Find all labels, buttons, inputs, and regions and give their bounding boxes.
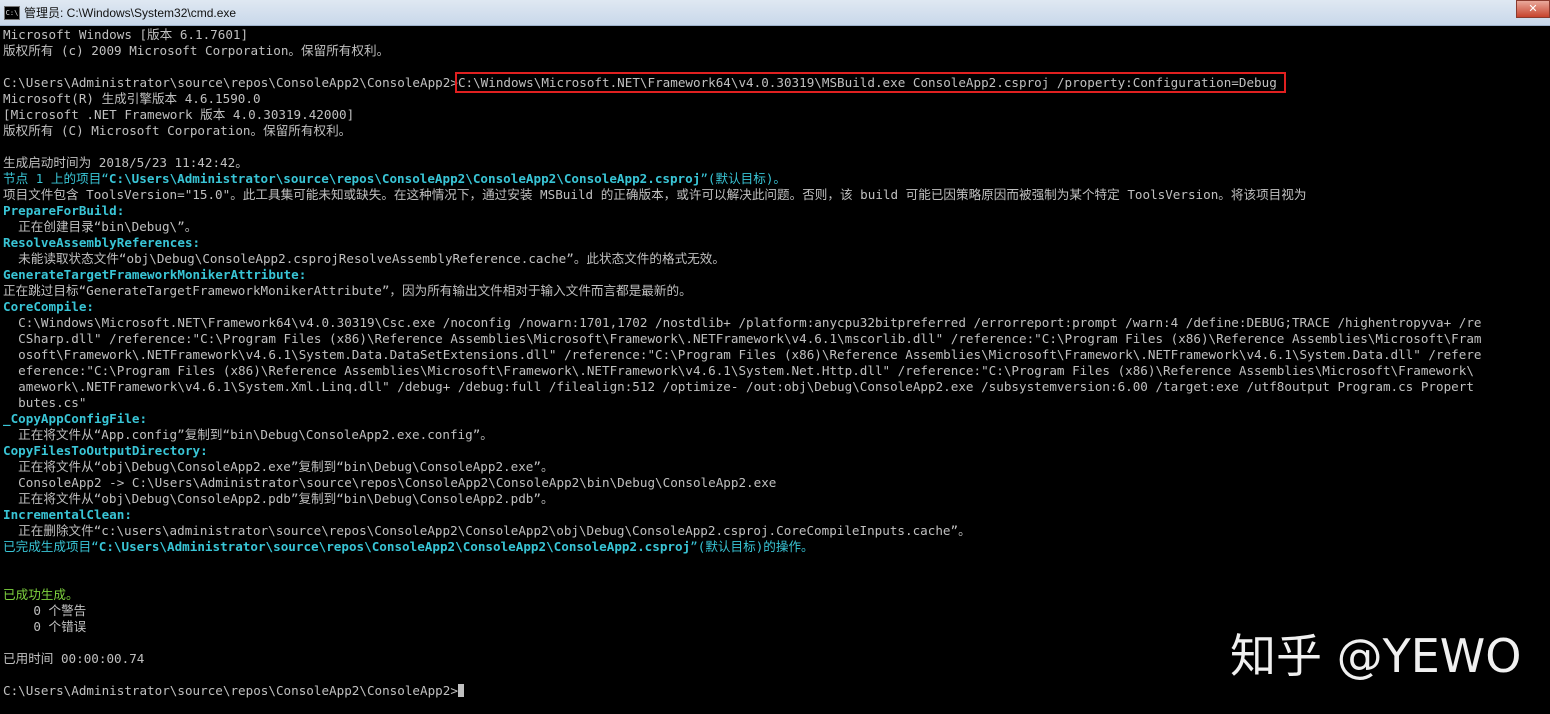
console-line: CSharp.dll" /reference:"C:\Program Files… — [3, 331, 1550, 347]
console-cyan-text: ”(默认目标)的操作。 — [690, 539, 814, 554]
cmd-icon: C:\ — [4, 6, 20, 20]
console-line: CoreCompile: — [3, 299, 1550, 315]
console-text: amework\.NETFramework\v4.6.1\System.Xml.… — [3, 379, 1474, 394]
console-cyan-bold-text: C:\Users\Administrator\source\repos\Cons… — [98, 539, 691, 554]
console-text: butes.cs" — [3, 395, 87, 410]
console-text: 0 个警告 — [3, 603, 87, 618]
close-button[interactable]: ✕ — [1516, 0, 1550, 18]
console-line: 版权所有 (c) 2009 Microsoft Corporation。保留所有… — [3, 43, 1550, 59]
console-text: [Microsoft .NET Framework 版本 4.0.30319.4… — [3, 107, 355, 122]
console-line: 已完成生成项目“C:\Users\Administrator\source\re… — [3, 539, 1550, 555]
console-line: ConsoleApp2 -> C:\Users\Administrator\so… — [3, 475, 1550, 491]
console-line: 项目文件包含 ToolsVersion="15.0"。此工具集可能未知或缺失。在… — [3, 187, 1550, 203]
console-line: C:\Users\Administrator\source\repos\Cons… — [3, 72, 1550, 93]
console-line: CopyFilesToOutputDirectory: — [3, 443, 1550, 459]
console-line: PrepareForBuild: — [3, 203, 1550, 219]
console-line: ResolveAssemblyReferences: — [3, 235, 1550, 251]
console-cyan-bold-text: CoreCompile: — [3, 299, 94, 314]
console-line: osoft\Framework\.NETFramework\v4.6.1\Sys… — [3, 347, 1550, 363]
console-cyan-text: ”(默认目标)。 — [700, 171, 787, 186]
zhihu-watermark: 知乎 @YEWO — [1230, 629, 1522, 683]
console-line: 正在跳过目标“GenerateTargetFrameworkMonikerAtt… — [3, 283, 1550, 299]
console-line: 正在将文件从“App.config”复制到“bin\Debug\ConsoleA… — [3, 427, 1550, 443]
console-line: 生成启动时间为 2018/5/23 11:42:42。 — [3, 155, 1550, 171]
console-cyan-text: 节点 1 上的项目“ — [3, 171, 109, 186]
console-cyan-bold-text: IncrementalClean: — [3, 507, 132, 522]
console-line: 正在删除文件“c:\users\administrator\source\rep… — [3, 523, 1550, 539]
console-line: GenerateTargetFrameworkMonikerAttribute: — [3, 267, 1550, 283]
console-text: 0 个错误 — [3, 619, 87, 634]
console-text: 正在跳过目标“GenerateTargetFrameworkMonikerAtt… — [3, 283, 692, 298]
console-green-text: 已成功生成。 — [3, 587, 79, 602]
console-text: Microsoft Windows [版本 6.1.7601] — [3, 27, 249, 42]
console-line: 正在将文件从“obj\Debug\ConsoleApp2.pdb”复制到“bin… — [3, 491, 1550, 507]
highlighted-command: C:\Windows\Microsoft.NET\Framework64\v4.… — [454, 72, 1286, 93]
console-line: 0 个警告 — [3, 603, 1550, 619]
console-line: 正在创建目录“bin\Debug\”。 — [3, 219, 1550, 235]
console-text: 项目文件包含 ToolsVersion="15.0"。此工具集可能未知或缺失。在… — [3, 187, 1307, 202]
console-text: C:\Windows\Microsoft.NET\Framework64\v4.… — [3, 315, 1482, 330]
console-text: 正在将文件从“App.config”复制到“bin\Debug\ConsoleA… — [3, 427, 493, 442]
console-text: 正在将文件从“obj\Debug\ConsoleApp2.pdb”复制到“bin… — [3, 491, 554, 506]
console-text: CSharp.dll" /reference:"C:\Program Files… — [3, 331, 1482, 346]
console-text: C:\Users\Administrator\source\repos\Cons… — [3, 683, 458, 698]
console-line: 已成功生成。 — [3, 587, 1550, 603]
console-text: 已用时间 00:00:00.74 — [3, 651, 145, 666]
console-line: IncrementalClean: — [3, 507, 1550, 523]
console-cyan-bold-text: PrepareForBuild: — [3, 203, 125, 218]
console-line: _CopyAppConfigFile: — [3, 411, 1550, 427]
console-line: amework\.NETFramework\v4.6.1\System.Xml.… — [3, 379, 1550, 395]
console-output[interactable]: Microsoft Windows [版本 6.1.7601] 版权所有 (c) … — [3, 27, 1550, 714]
console-cyan-bold-text: CopyFilesToOutputDirectory: — [3, 443, 208, 458]
console-line: butes.cs" — [3, 395, 1550, 411]
console-line: [Microsoft .NET Framework 版本 4.0.30319.4… — [3, 107, 1550, 123]
console-text: 版权所有 (c) 2009 Microsoft Corporation。保留所有… — [3, 43, 390, 58]
console-line: eference:"C:\Program Files (x86)\Referen… — [3, 363, 1550, 379]
window-title-bar[interactable]: C:\ 管理员: C:\Windows\System32\cmd.exe ✕ — [0, 0, 1550, 26]
console-text: osoft\Framework\.NETFramework\v4.6.1\Sys… — [3, 347, 1482, 362]
console-text: 生成启动时间为 2018/5/23 11:42:42。 — [3, 155, 248, 170]
console-text: eference:"C:\Program Files (x86)\Referen… — [3, 363, 1474, 378]
console-text: 未能读取状态文件“obj\Debug\ConsoleApp2.csprojRes… — [3, 251, 725, 266]
console-cyan-bold-text: GenerateTargetFrameworkMonikerAttribute: — [3, 267, 307, 282]
console-text: 正在将文件从“obj\Debug\ConsoleApp2.exe”复制到“bin… — [3, 459, 554, 474]
console-cyan-bold-text: ResolveAssemblyReferences: — [3, 235, 201, 250]
console-line: 节点 1 上的项目“C:\Users\Administrator\source\… — [3, 171, 1550, 187]
console-cyan-bold-text: _CopyAppConfigFile: — [3, 411, 148, 426]
console-cyan-text: 已完成生成项目“ — [3, 539, 99, 554]
console-text: Microsoft(R) 生成引擎版本 4.6.1590.0 — [3, 91, 261, 106]
text-cursor — [457, 684, 464, 697]
console-line: Microsoft(R) 生成引擎版本 4.6.1590.0 — [3, 91, 1550, 107]
console-text: C:\Users\Administrator\source\repos\Cons… — [3, 75, 458, 90]
console-line: C:\Windows\Microsoft.NET\Framework64\v4.… — [3, 315, 1550, 331]
console-line: 未能读取状态文件“obj\Debug\ConsoleApp2.csprojRes… — [3, 251, 1550, 267]
console-line: Microsoft Windows [版本 6.1.7601] — [3, 27, 1550, 43]
window-title: 管理员: C:\Windows\System32\cmd.exe — [24, 6, 237, 20]
console-line: 版权所有 (C) Microsoft Corporation。保留所有权利。 — [3, 123, 1550, 139]
console-text: ConsoleApp2 -> C:\Users\Administrator\so… — [3, 475, 777, 490]
console-cyan-bold-text: C:\Users\Administrator\source\repos\Cons… — [108, 171, 701, 186]
console-text: 正在删除文件“c:\users\administrator\source\rep… — [3, 523, 971, 538]
console-text: 正在创建目录“bin\Debug\”。 — [3, 219, 198, 234]
console-text: 版权所有 (C) Microsoft Corporation。保留所有权利。 — [3, 123, 352, 138]
console-line: 正在将文件从“obj\Debug\ConsoleApp2.exe”复制到“bin… — [3, 459, 1550, 475]
